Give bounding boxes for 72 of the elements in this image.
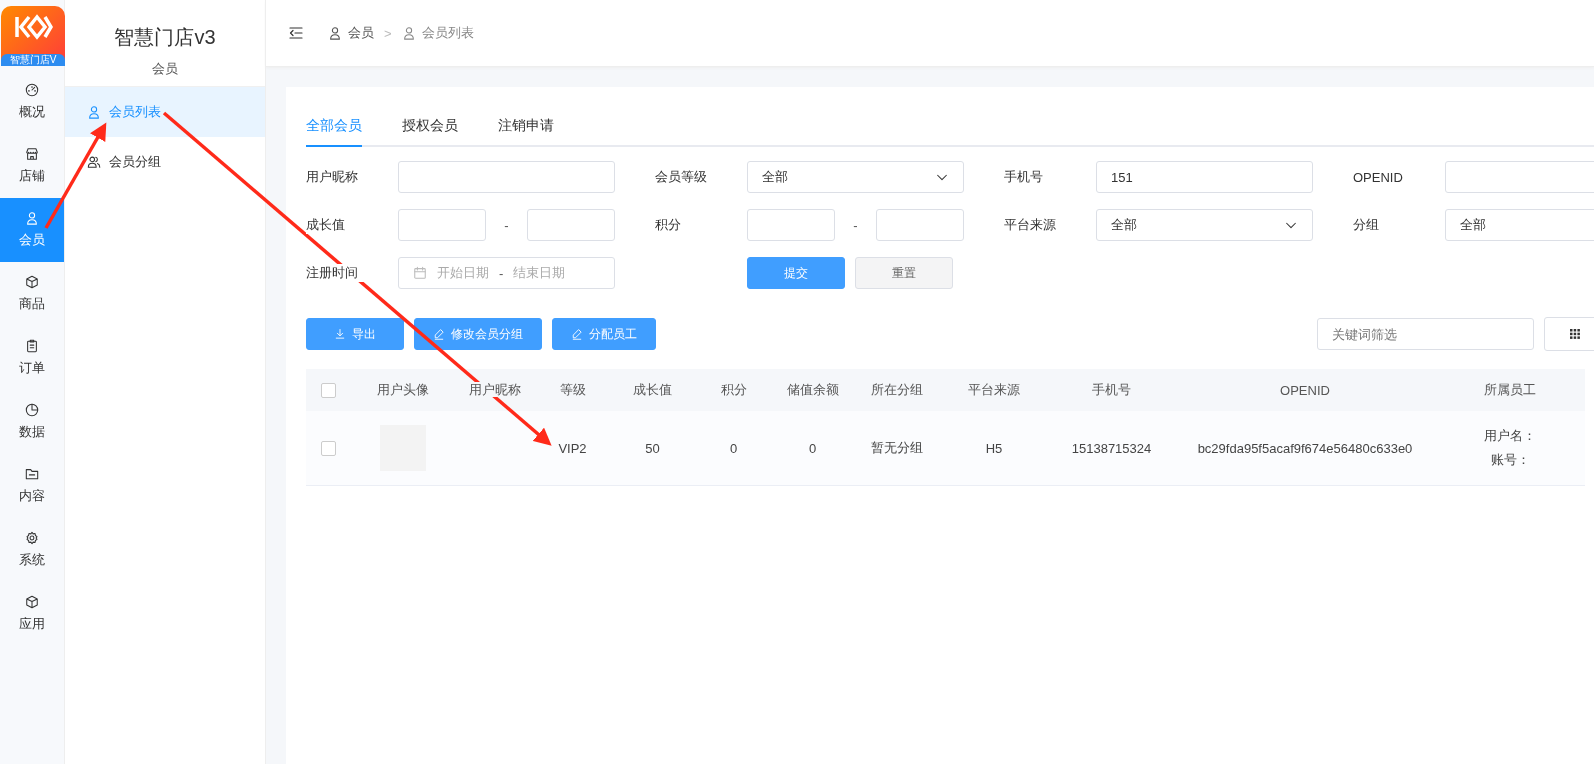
person-icon xyxy=(401,26,416,40)
folder-icon xyxy=(25,467,39,481)
max-field[interactable] xyxy=(876,209,964,241)
tab[interactable]: 授权会员 xyxy=(402,111,458,147)
clipboard-icon xyxy=(25,339,39,353)
select-field[interactable]: 全部 xyxy=(1096,209,1313,241)
table-cell: VIP2 xyxy=(535,411,610,486)
box-icon xyxy=(25,275,39,289)
select-field[interactable]: 全部 xyxy=(747,161,964,193)
nav-item[interactable]: 订单 xyxy=(0,326,64,390)
min-field[interactable] xyxy=(398,209,486,241)
staff-line: 账号： xyxy=(1490,451,1530,469)
date-range-field[interactable]: 开始日期 - 结束日期 xyxy=(398,257,615,289)
nav-item[interactable]: 概况 xyxy=(0,70,64,134)
nav-item[interactable]: 商品 xyxy=(0,262,64,326)
staff-line: 用户名： xyxy=(1484,427,1536,445)
menu-fold-icon xyxy=(288,25,304,41)
nav-item[interactable]: 数据 xyxy=(0,390,64,454)
search-field[interactable]: 关键词筛选 xyxy=(1317,318,1534,350)
nav-item[interactable]: 内容 xyxy=(0,454,64,518)
nav-item[interactable]: 应用 xyxy=(0,582,64,646)
calendar-icon xyxy=(413,266,427,280)
column-header: 储值余额 xyxy=(786,382,839,397)
row-checkbox[interactable] xyxy=(320,441,336,457)
table-cell: 50 xyxy=(610,411,695,486)
column-header: 所属员工 xyxy=(1484,382,1536,397)
column-header: 用户头像 xyxy=(376,382,429,397)
breadcrumb-separator: > xyxy=(384,25,392,41)
column-header: 成长值 xyxy=(633,382,672,397)
nav-item[interactable]: 系统 xyxy=(0,518,64,582)
column-header: 积分 xyxy=(720,382,747,397)
person-icon xyxy=(87,105,101,119)
min-field[interactable] xyxy=(747,209,835,241)
range-separator: - xyxy=(853,217,858,233)
table-cell: bc29fda95f5acaf9f674e56480c633e0 xyxy=(1175,411,1435,486)
people-icon xyxy=(87,155,101,169)
table-cell: 0 xyxy=(695,411,772,486)
column-header: 手机号 xyxy=(1092,382,1131,397)
column-header: 用户昵称 xyxy=(469,382,521,397)
column-header: 等级 xyxy=(559,382,586,397)
reset-button[interactable]: 重置 xyxy=(855,257,953,289)
app-logo: 智慧门店V xyxy=(1,6,65,66)
breadcrumb-link[interactable]: 会员列表 xyxy=(401,24,474,42)
table-cell: H5 xyxy=(940,411,1048,486)
max-field[interactable] xyxy=(527,209,615,241)
grid-icon xyxy=(1570,329,1580,339)
nav-item[interactable]: 店铺 xyxy=(0,134,64,198)
table-cell: 暂无分组 xyxy=(853,411,940,486)
breadcrumb-link[interactable]: 会员 xyxy=(328,24,374,42)
table-cell: 15138715324 xyxy=(1048,411,1175,486)
column-header: 所在分组 xyxy=(870,382,923,397)
pie-chart-icon xyxy=(25,403,39,417)
sidebar-title: 智慧门店v3 xyxy=(113,25,217,50)
pencil-icon xyxy=(571,328,583,340)
download-icon xyxy=(334,328,346,340)
cube-icon xyxy=(25,595,39,609)
text-field[interactable]: 151 xyxy=(1096,161,1313,193)
select-field[interactable]: 全部 xyxy=(1445,209,1594,241)
person-icon xyxy=(328,26,342,40)
column-settings-button[interactable] xyxy=(1544,317,1594,351)
select-all-checkbox[interactable] xyxy=(320,383,336,399)
text-field[interactable] xyxy=(398,161,615,193)
sidebar-item[interactable]: 会员分组 xyxy=(65,137,265,187)
tab[interactable]: 注销申请 xyxy=(498,111,554,147)
table-cell: 0 xyxy=(772,411,853,486)
range-separator: - xyxy=(504,217,509,233)
person-icon xyxy=(25,211,39,225)
shop-icon xyxy=(25,147,39,161)
gauge-icon xyxy=(25,83,39,97)
pencil-icon xyxy=(433,328,445,340)
gear-icon xyxy=(25,531,39,545)
column-header: 平台来源 xyxy=(968,382,1020,397)
